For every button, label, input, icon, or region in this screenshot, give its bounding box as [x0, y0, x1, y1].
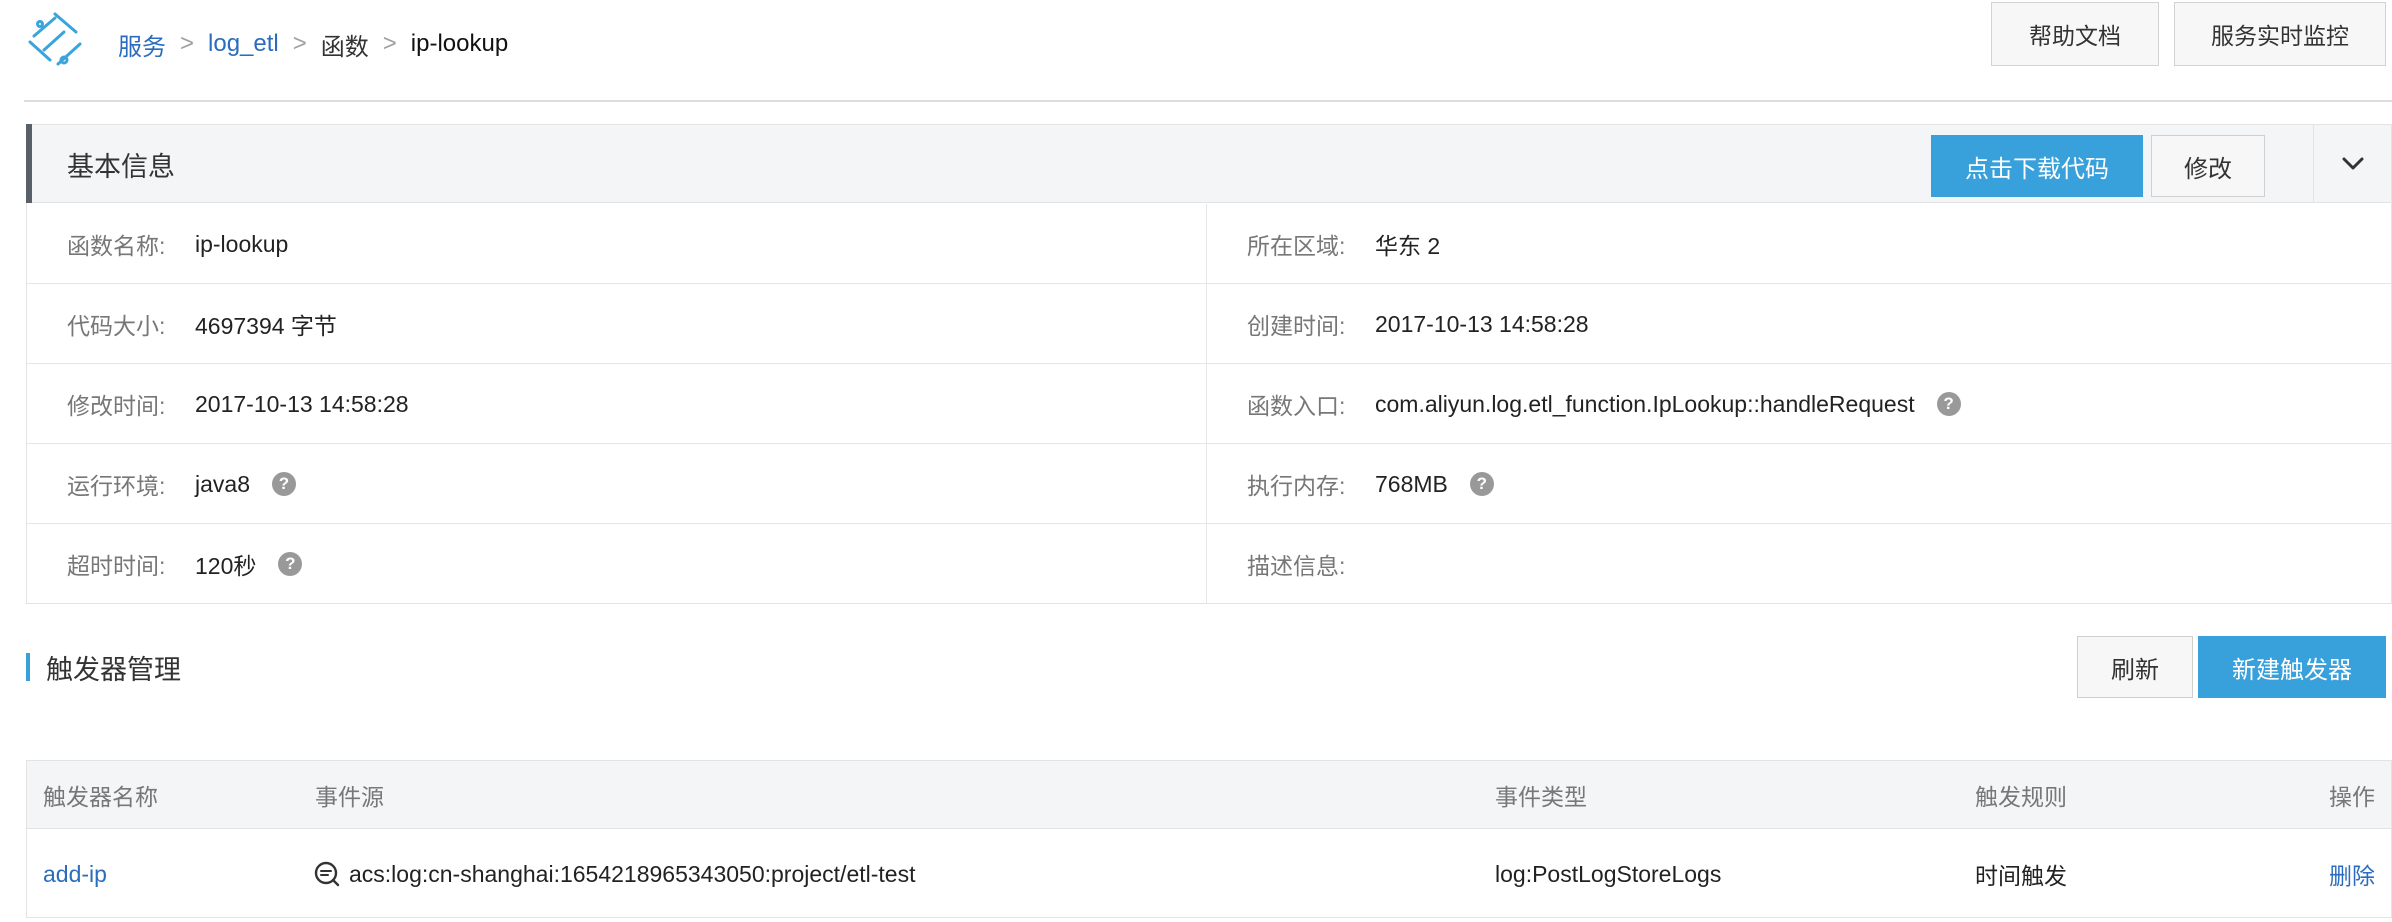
- page-header: 服务 > log_etl > 函数 > ip-lookup 帮助文档 服务实时监…: [0, 0, 2392, 102]
- runtime-value: java8: [195, 470, 250, 497]
- basic-info-header: 基本信息 点击下载代码 修改: [26, 124, 2391, 203]
- timeout-label: 超时时间:: [67, 553, 166, 579]
- memory-cell: 执行内存: 768MB ?: [1207, 444, 2392, 524]
- timeout-value: 120秒: [195, 553, 257, 579]
- created-time-value: 2017-10-13 14:58:28: [1375, 310, 1589, 337]
- breadcrumb-separator: >: [180, 30, 195, 57]
- function-name-label: 函数名称:: [67, 233, 166, 259]
- collapse-button[interactable]: [2313, 125, 2391, 203]
- realtime-monitor-button[interactable]: 服务实时监控: [2174, 2, 2386, 66]
- log-service-icon: [314, 861, 340, 887]
- refresh-button[interactable]: 刷新: [2077, 636, 2193, 698]
- table-header: 触发器名称 事件源 事件类型 触发规则 操作: [27, 761, 2391, 829]
- info-row: 代码大小: 4697394 字节 创建时间: 2017-10-13 14:58:…: [27, 284, 2391, 364]
- modified-time-cell: 修改时间: 2017-10-13 14:58:28: [27, 364, 1207, 444]
- breadcrumb-service-name[interactable]: log_etl: [208, 30, 279, 58]
- trigger-section-title: 触发器管理: [46, 654, 181, 685]
- entry-point-cell: 函数入口: com.aliyun.log.etl_function.IpLook…: [1207, 364, 2392, 444]
- region-cell: 所在区域: 华东 2: [1207, 204, 2392, 284]
- trigger-name-link[interactable]: add-ip: [43, 830, 107, 918]
- create-trigger-button[interactable]: 新建触发器: [2198, 636, 2386, 698]
- help-docs-button[interactable]: 帮助文档: [1991, 2, 2159, 66]
- basic-info-panel: 基本信息 点击下载代码 修改 函数名称: ip-lookup 所在区域: 华东 …: [26, 124, 2392, 604]
- info-row: 超时时间: 120秒 ? 描述信息:: [27, 524, 2391, 604]
- memory-value: 768MB: [1375, 470, 1448, 497]
- info-row: 运行环境: java8 ? 执行内存: 768MB ?: [27, 444, 2391, 524]
- question-circle-icon[interactable]: ?: [278, 552, 303, 576]
- function-name-cell: 函数名称: ip-lookup: [27, 204, 1207, 284]
- trigger-section-header: 触发器管理: [26, 650, 181, 685]
- chevron-down-icon: [2342, 157, 2363, 170]
- column-header-name: 触发器名称: [43, 784, 158, 810]
- entry-point-label: 函数入口:: [1247, 393, 1346, 419]
- breadcrumb-current: ip-lookup: [410, 30, 509, 57]
- breadcrumb: 服务 > log_etl > 函数 > ip-lookup: [118, 26, 508, 62]
- description-label: 描述信息:: [1247, 553, 1346, 579]
- created-time-label: 创建时间:: [1247, 313, 1346, 339]
- question-circle-icon[interactable]: ?: [1469, 472, 1494, 496]
- breadcrumb-services[interactable]: 服务: [118, 27, 166, 62]
- region-value: 华东 2: [1375, 233, 1441, 259]
- event-source-cell: acs:log:cn-shanghai:1654218965343050:pro…: [313, 830, 915, 918]
- section-accent-bar: [26, 653, 30, 681]
- trigger-rule-value: 时间触发: [1975, 863, 2067, 889]
- trigger-table: 触发器名称 事件源 事件类型 触发规则 操作 add-ip acs:log:cn…: [26, 760, 2392, 918]
- download-code-button[interactable]: 点击下载代码: [1931, 135, 2143, 197]
- entry-point-value: com.aliyun.log.etl_function.IpLookup::ha…: [1375, 390, 1915, 417]
- modified-time-label: 修改时间:: [67, 393, 166, 419]
- info-row: 修改时间: 2017-10-13 14:58:28 函数入口: com.aliy…: [27, 364, 2391, 444]
- question-circle-icon[interactable]: ?: [1936, 392, 1961, 416]
- column-header-actions: 操作: [2329, 784, 2375, 810]
- header-divider: [24, 100, 2392, 102]
- column-header-event-type: 事件类型: [1495, 784, 1587, 810]
- breadcrumb-separator: >: [292, 30, 307, 57]
- basic-info-grid: 函数名称: ip-lookup 所在区域: 华东 2 代码大小: 4697394…: [27, 204, 2391, 604]
- region-label: 所在区域:: [1247, 233, 1346, 259]
- breadcrumb-separator: >: [382, 30, 397, 57]
- runtime-cell: 运行环境: java8 ?: [27, 444, 1207, 524]
- created-time-cell: 创建时间: 2017-10-13 14:58:28: [1207, 284, 2392, 364]
- memory-label: 执行内存:: [1247, 473, 1346, 499]
- event-type-value: log:PostLogStoreLogs: [1495, 860, 1722, 887]
- edit-button[interactable]: 修改: [2151, 135, 2265, 197]
- column-header-source: 事件源: [315, 784, 384, 810]
- info-row: 函数名称: ip-lookup 所在区域: 华东 2: [27, 204, 2391, 284]
- breadcrumb-functions: 函数: [320, 33, 369, 61]
- modified-time-value: 2017-10-13 14:58:28: [195, 390, 409, 417]
- basic-info-title: 基本信息: [67, 152, 175, 182]
- delete-trigger-link[interactable]: 删除: [2329, 830, 2375, 918]
- code-size-cell: 代码大小: 4697394 字节: [27, 284, 1207, 364]
- table-row: add-ip acs:log:cn-shanghai:1654218965343…: [27, 830, 2391, 918]
- question-circle-icon[interactable]: ?: [271, 472, 296, 496]
- function-name-value: ip-lookup: [195, 230, 289, 257]
- function-compute-logo-icon[interactable]: [24, 10, 86, 72]
- column-header-rule: 触发规则: [1975, 784, 2067, 810]
- code-size-value: 4697394 字节: [195, 313, 337, 339]
- code-size-label: 代码大小:: [67, 313, 166, 339]
- timeout-cell: 超时时间: 120秒 ?: [27, 524, 1207, 604]
- description-cell: 描述信息:: [1207, 524, 2392, 604]
- event-source-value: acs:log:cn-shanghai:1654218965343050:pro…: [349, 860, 916, 887]
- runtime-label: 运行环境:: [67, 473, 166, 499]
